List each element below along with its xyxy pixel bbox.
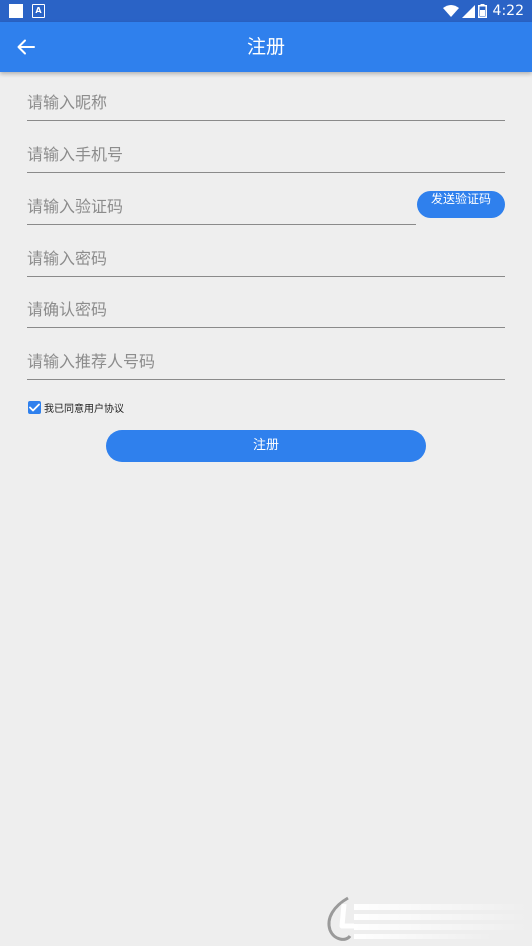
notification-square-icon (9, 4, 23, 18)
phone-field[interactable] (27, 136, 505, 173)
status-bar: A 4:22 (0, 0, 532, 22)
verification-code-input[interactable] (27, 188, 416, 224)
password-input[interactable] (27, 240, 505, 276)
status-bar-right: 4:22 (442, 2, 524, 20)
nickname-input[interactable] (27, 84, 505, 120)
agreement-row[interactable]: 我已同意用户协议 (28, 400, 124, 415)
app-bar: 注册 (0, 22, 532, 72)
signal-icon (461, 4, 475, 18)
confirm-password-field[interactable] (27, 291, 505, 328)
status-time: 4:22 (492, 3, 524, 19)
send-code-button[interactable]: 发送验证码 (417, 191, 505, 218)
a-icon: A (32, 4, 45, 18)
referrer-field[interactable] (27, 343, 505, 380)
agreement-label[interactable]: 我已同意用户协议 (44, 400, 124, 415)
checkmark-icon (29, 403, 40, 411)
swipe-deco-icon (327, 896, 530, 941)
agreement-checkbox[interactable] (28, 400, 41, 414)
phone-input[interactable] (27, 136, 505, 172)
wifi-icon (442, 4, 459, 17)
verification-code-field[interactable] (27, 188, 416, 225)
battery-icon (477, 4, 487, 18)
referrer-input[interactable] (27, 343, 505, 379)
password-field[interactable] (27, 240, 505, 277)
page-title: 注册 (246, 36, 285, 58)
nickname-field[interactable] (27, 84, 505, 121)
confirm-password-input[interactable] (27, 291, 505, 327)
register-button[interactable]: 注册 (106, 430, 426, 462)
